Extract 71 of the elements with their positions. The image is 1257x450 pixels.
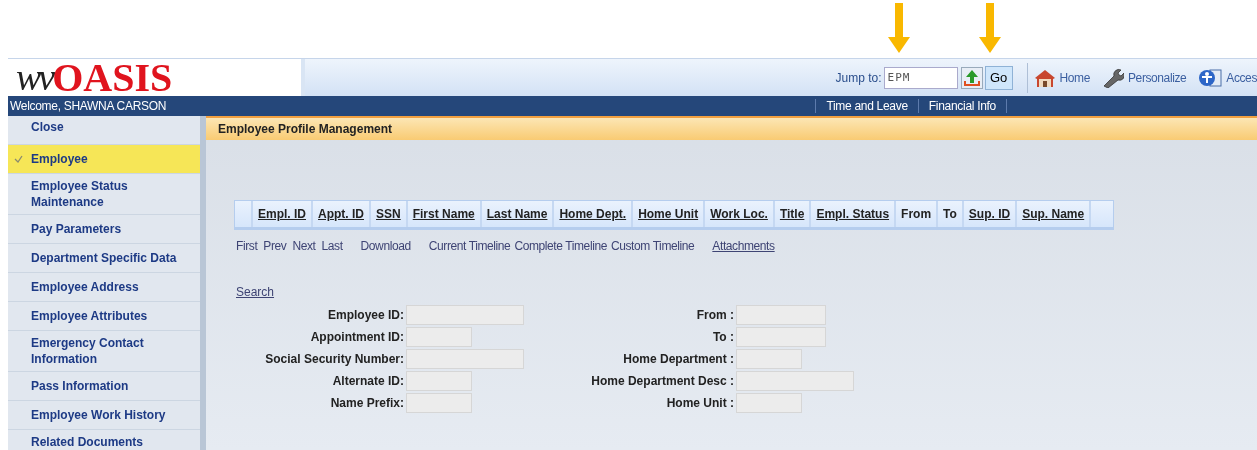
action-link[interactable]: Current Timeline	[428, 239, 511, 253]
field-label: Appointment ID:	[309, 330, 405, 344]
column-header[interactable]: SSN	[369, 201, 406, 227]
column-header[interactable]: Title	[772, 201, 810, 227]
sidebar-item[interactable]: Employee Address	[8, 272, 200, 301]
header-link[interactable]: Acces	[1198, 67, 1257, 88]
sidebar-item[interactable]: Emergency Contact Information	[8, 330, 200, 371]
input-field[interactable]	[406, 349, 524, 369]
input-field[interactable]	[736, 305, 826, 325]
house-icon	[1033, 68, 1056, 87]
action-link[interactable]: Next	[292, 239, 316, 253]
field-label: Home Department Desc :	[590, 374, 735, 388]
action-link[interactable]: Complete Timeline	[514, 239, 607, 253]
input-field[interactable]	[406, 393, 472, 413]
sidebar-item[interactable]: Pass Information	[8, 371, 200, 400]
jump-to-label: Jump to:	[835, 70, 882, 85]
accessibility-icon	[1198, 67, 1223, 88]
action-link[interactable]: Last	[321, 239, 343, 253]
sidebar-item[interactable]: Employee	[8, 144, 200, 173]
nav-link[interactable]: Time and Leave	[815, 99, 918, 113]
field-label: Alternate ID:	[331, 374, 405, 388]
column-header[interactable]: Sup. Name	[1015, 201, 1090, 227]
input-field[interactable]	[736, 327, 826, 347]
field-label: Home Department :	[622, 352, 735, 366]
action-link[interactable]: First	[236, 239, 258, 253]
field-label: Social Security Number:	[264, 352, 405, 366]
column-header[interactable]: Sup. ID	[961, 201, 1016, 227]
field-label: From :	[695, 308, 735, 322]
column-header[interactable]: Appt. ID	[311, 201, 369, 227]
action-link[interactable]: Custom Timeline	[610, 239, 695, 253]
sidebar-item[interactable]: Related Documents	[8, 429, 200, 450]
action-link[interactable]: Attachments	[712, 239, 775, 253]
search-link[interactable]: Search	[236, 285, 275, 299]
upload-icon[interactable]	[960, 66, 983, 89]
field-label: Employee ID:	[326, 308, 405, 322]
nav-link[interactable]: Financial Info	[917, 99, 1007, 113]
column-header[interactable]: Work Loc.	[703, 201, 773, 227]
close-link[interactable]: Close	[8, 116, 200, 144]
input-field[interactable]	[736, 371, 854, 391]
logo: wvOASIS	[8, 59, 305, 96]
field-label: To :	[711, 330, 735, 344]
column-header[interactable]: Home Dept.	[552, 201, 632, 227]
header-link[interactable]: Personalize	[1102, 67, 1187, 88]
input-field[interactable]	[406, 327, 472, 347]
field-label: Name Prefix:	[329, 396, 405, 410]
column-header[interactable]: Empl. ID	[251, 201, 311, 227]
sidebar-item[interactable]: Employee Work History	[8, 400, 200, 429]
header-link[interactable]: Home	[1033, 67, 1090, 88]
column-header[interactable]: Last Name	[479, 201, 553, 227]
go-button[interactable]: Go	[984, 65, 1013, 90]
column-header[interactable]: Empl. Status	[809, 201, 895, 227]
sidebar-item[interactable]: Pay Parameters	[8, 214, 200, 243]
input-field[interactable]	[406, 305, 524, 325]
jump-to-field[interactable]: EPM	[883, 66, 958, 89]
checkmark-icon	[14, 155, 23, 163]
input-field[interactable]	[406, 371, 472, 391]
welcome-text: Welcome, SHAWNA CARSON	[10, 99, 168, 113]
field-label: Home Unit :	[665, 396, 735, 410]
sidebar-item[interactable]: Department Specific Data	[8, 243, 200, 272]
column-header[interactable]: First Name	[405, 201, 480, 227]
column-header[interactable]: Home Unit	[631, 201, 704, 227]
action-link[interactable]: Download	[360, 239, 411, 253]
sidebar-item[interactable]: Employee Status Maintenance	[8, 173, 200, 214]
column-header: To	[936, 201, 962, 227]
wrench-icon	[1102, 67, 1124, 88]
input-field[interactable]	[736, 349, 802, 369]
input-field[interactable]	[736, 393, 802, 413]
sidebar-item[interactable]: Employee Attributes	[8, 301, 200, 330]
page-title: Employee Profile Management	[206, 116, 1257, 140]
action-link[interactable]: Prev	[263, 239, 287, 253]
column-header: From	[894, 201, 937, 227]
